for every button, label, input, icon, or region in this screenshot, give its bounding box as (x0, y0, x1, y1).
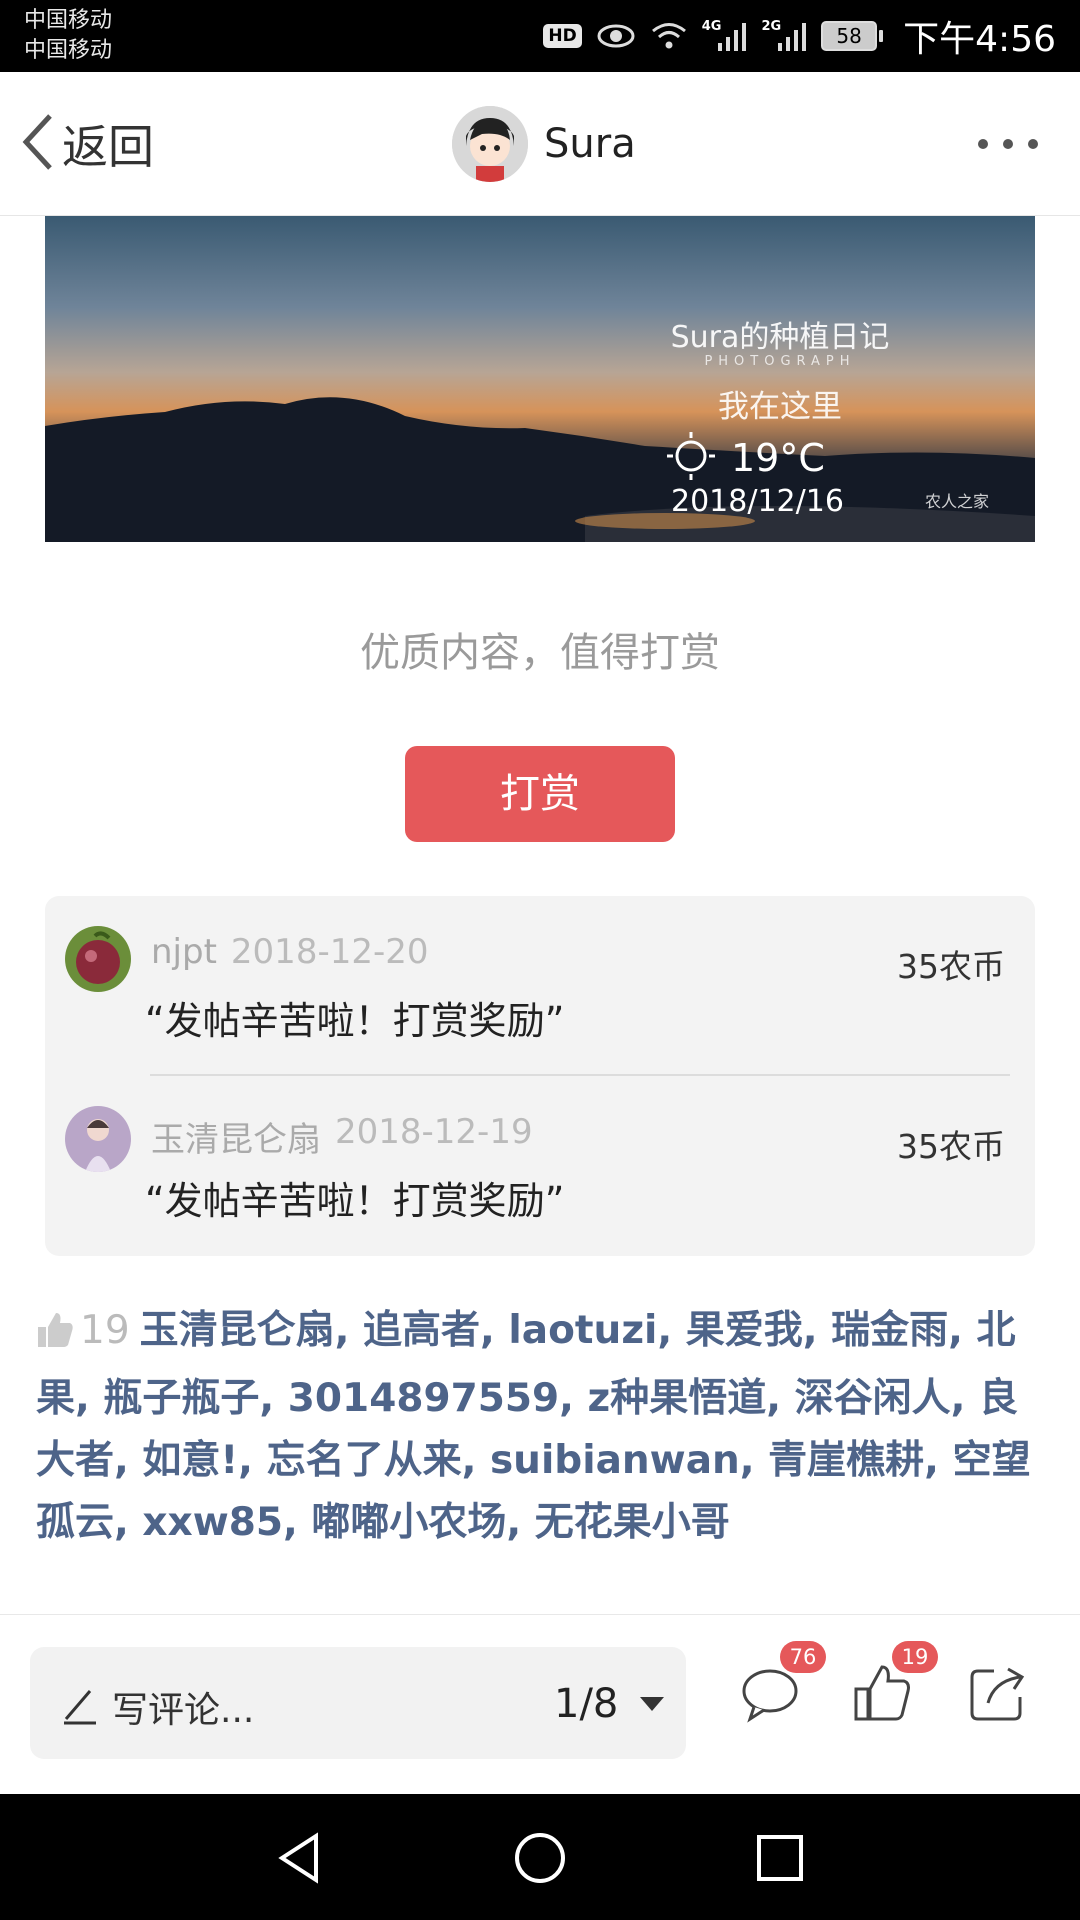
back-label: 返回 (62, 120, 154, 174)
page-title: Sura (544, 121, 636, 167)
battery-level: 58 (821, 21, 878, 51)
chevron-left-icon (20, 112, 56, 176)
reward-list: njpt 2018-12-20 35农币 “发帖辛苦啦！打赏奖励” 玉清昆仑扇 … (45, 896, 1035, 1256)
more-icon[interactable] (978, 132, 1038, 156)
hd-badge: HD (543, 24, 582, 48)
signal-2g-icon: 2G (761, 19, 807, 51)
reward-item[interactable]: njpt 2018-12-20 35农币 “发帖辛苦啦！打赏奖励” (45, 896, 1035, 1076)
carrier-2: 中国移动 (24, 38, 113, 63)
pencil-icon (60, 1685, 100, 1729)
comment-placeholder: 写评论... (112, 1690, 255, 1731)
post-banner-image[interactable]: Sura的种植日记 PHOTOGRAPH 我在这里 19°C 2018/12/1… (45, 216, 1035, 542)
back-button[interactable]: 返回 (20, 112, 154, 176)
reward-button[interactable]: 打赏 (405, 746, 675, 842)
carrier-info: 中国移动 中国移动 (24, 6, 112, 66)
reward-date: 2018-12-20 (230, 932, 429, 972)
reward-amount: 35农币 (897, 1127, 1005, 1166)
banner-date: 2018/12/16 (671, 484, 844, 519)
clock: 下午4:56 (903, 19, 1056, 60)
reward-user-name[interactable]: njpt (151, 932, 217, 972)
reward-date: 2018-12-19 (335, 1112, 533, 1152)
comment-input[interactable]: 写评论... 1/8 (30, 1647, 686, 1759)
comment-button[interactable]: 76 (740, 1641, 826, 1723)
nav-bar: 返回 Sura (0, 72, 1080, 216)
reward-prompt: 优质内容，值得打赏 (360, 630, 720, 676)
system-recents-icon[interactable] (752, 1830, 808, 1886)
wifi-icon (650, 21, 688, 51)
carrier-1: 中国移动 (24, 8, 113, 33)
signal-4g-icon: 4G (702, 19, 748, 51)
banner-location: 我在这里 (718, 389, 842, 425)
banner-weather: 19°C (665, 430, 825, 486)
share-icon (970, 1667, 1025, 1721)
sun-icon (665, 430, 717, 486)
reward-item[interactable]: 玉清昆仑扇 2018-12-19 35农币 “发帖辛苦啦！打赏奖励” (45, 1076, 1035, 1256)
reward-message: “发帖辛苦啦！打赏奖励” (145, 1179, 565, 1223)
avatar[interactable] (65, 1106, 131, 1172)
page-indicator[interactable]: 1/8 (554, 1681, 618, 1727)
banner-logo: 农人之家 (925, 492, 990, 511)
caret-down-icon[interactable] (640, 1697, 664, 1711)
avatar[interactable] (452, 106, 528, 182)
status-bar: 中国移动 中国移动 HD 4G 2G 58 下午4:56 (0, 0, 1080, 72)
likes-section: 19 玉清昆仑扇, 追高者, laotuzi, 果爱我, 瑞金雨, 北果, 瓶子瓶… (36, 1300, 1046, 1554)
reward-amount: 35农币 (897, 947, 1005, 986)
author-header[interactable]: Sura (452, 106, 636, 182)
status-icons: HD 4G 2G 58 下午4:56 (543, 14, 1056, 60)
like-names[interactable]: 玉清昆仑扇, 追高者, laotuzi, 果爱我, 瑞金雨, 北果, 瓶子瓶子,… (36, 1308, 1031, 1545)
bottom-bar: 写评论... 1/8 76 19 (0, 1614, 1080, 1794)
eye-icon (596, 22, 636, 50)
avatar[interactable] (65, 926, 131, 992)
reward-message: “发帖辛苦啦！打赏奖励” (145, 999, 565, 1043)
banner-temperature: 19°C (731, 436, 825, 480)
battery-icon: 58 (821, 21, 884, 51)
reward-user-name[interactable]: 玉清昆仑扇 (151, 1112, 321, 1161)
system-home-icon[interactable] (512, 1830, 568, 1886)
banner-subtitle: PHOTOGRAPH (704, 354, 856, 369)
share-button[interactable] (968, 1663, 1028, 1723)
system-back-icon[interactable] (272, 1830, 328, 1886)
system-navigation-bar (0, 1794, 1080, 1920)
banner-title: Sura的种植日记 (670, 320, 890, 355)
like-count-badge: 19 (892, 1641, 938, 1673)
thumb-up-icon (36, 1306, 74, 1368)
like-button[interactable]: 19 (852, 1641, 938, 1723)
like-count: 19 (80, 1308, 130, 1353)
comment-count-badge: 76 (780, 1641, 826, 1673)
